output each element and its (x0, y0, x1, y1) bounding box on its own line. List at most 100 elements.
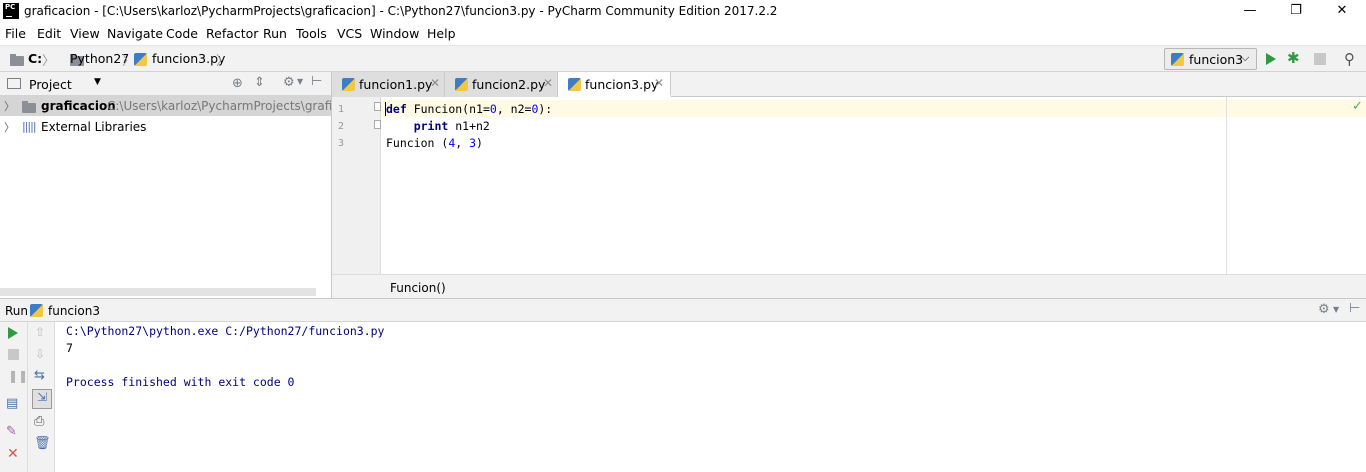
breadcrumb-file[interactable]: funcion3.py (152, 51, 225, 66)
close-tab-icon[interactable]: ✕ (654, 76, 664, 90)
hide-panel-icon[interactable]: ⊢ (1349, 301, 1360, 316)
caret-down-icon[interactable]: ▼ (94, 77, 101, 87)
tree-item-graficacion[interactable]: 〉 graficacion C:\Users\karloz\PycharmPro… (0, 96, 331, 116)
tab-funcion2[interactable]: funcion2.py ✕ (445, 72, 558, 97)
menu-file[interactable]: File (5, 26, 26, 41)
run-config-tab[interactable]: funcion3 (48, 304, 100, 318)
project-panel-title[interactable]: Project (29, 77, 72, 92)
gear-icon[interactable]: ⚙ (283, 75, 295, 90)
target-icon[interactable]: ⊕ (232, 76, 243, 91)
search-icon[interactable]: ⚲ (1344, 50, 1355, 68)
tab-label: funcion1.py (359, 77, 433, 92)
project-view-icon (7, 78, 21, 89)
chevron-down-icon: ⌵ (1241, 51, 1250, 64)
hide-panel-icon[interactable]: ⊢ (311, 74, 322, 89)
code-line-2[interactable]: print n1+n2 (386, 119, 490, 133)
horizontal-scrollbar[interactable] (0, 288, 316, 296)
caret-down-icon[interactable]: ▼ (1333, 305, 1339, 314)
gear-icon[interactable]: ⚙ (1318, 302, 1330, 317)
folder-icon (10, 54, 24, 66)
chevron-right-icon: 〉 (42, 54, 56, 69)
number-literal: 0 (489, 102, 497, 116)
code-text: Funcion(n1= (406, 102, 490, 116)
check-icon: ✓ (1352, 99, 1363, 114)
line-number: 1 (338, 104, 345, 115)
menu-edit[interactable]: Edit (37, 26, 61, 41)
python-file-icon (1171, 53, 1184, 66)
code-text: ): (538, 102, 553, 116)
folder-icon (22, 101, 36, 113)
menu-bar: File Edit View Navigate Code Refactor Ru… (0, 23, 1366, 45)
close-icon[interactable]: ✕ (7, 446, 19, 462)
tree-item-path: C:\Users\karloz\PycharmProjects\graficac… (107, 99, 331, 113)
expand-arrow-icon[interactable]: 〉 (4, 98, 15, 114)
code-text: n1+n2 (448, 119, 490, 133)
maximize-button[interactable]: ❐ (1273, 0, 1319, 23)
fold-marker-icon[interactable] (374, 102, 381, 111)
pause-icon: ❚❚ (8, 369, 29, 383)
function-breadcrumb[interactable]: Funcion() (390, 281, 446, 295)
menu-view[interactable]: View (70, 26, 100, 41)
tab-funcion3[interactable]: funcion3.py ✕ (558, 72, 671, 97)
chevron-right-icon: 〉 (216, 54, 230, 69)
close-button[interactable]: ✕ (1319, 0, 1365, 23)
breadcrumb-folder[interactable]: Python27 (70, 51, 129, 66)
python-file-icon (568, 78, 581, 91)
python-file-icon (134, 53, 147, 66)
breadcrumb-drive[interactable]: C: (28, 51, 42, 66)
keyword: def (386, 102, 407, 116)
collapse-all-icon[interactable]: ⇕ (254, 75, 265, 90)
tab-label: funcion2.py (472, 77, 546, 92)
code-text: , (455, 136, 470, 150)
console-command-line: C:\Python27\python.exe C:/Python27/funci… (66, 324, 385, 338)
menu-help[interactable]: Help (427, 26, 456, 41)
menu-vcs[interactable]: VCS (337, 26, 362, 41)
menu-tools[interactable]: Tools (296, 26, 327, 41)
debug-bug-icon[interactable]: ✱ (1287, 49, 1300, 67)
console-exit-message: Process finished with exit code 0 (66, 375, 295, 389)
tree-item-external-libraries[interactable]: 〉 ||||| External Libraries (0, 117, 331, 137)
editor-tab-bar: funcion1.py ✕ funcion2.py ✕ funcion3.py … (332, 72, 1366, 97)
menu-navigate[interactable]: Navigate (107, 26, 163, 41)
stop-icon (8, 349, 19, 360)
scroll-to-end-icon[interactable]: ⇲ (32, 389, 52, 409)
menu-run[interactable]: Run (263, 26, 287, 41)
line-number: 2 (338, 121, 345, 132)
library-icon: ||||| (22, 120, 36, 133)
tab-funcion1[interactable]: funcion1.py ✕ (332, 72, 445, 97)
close-tab-icon[interactable]: ✕ (430, 76, 440, 90)
restore-layout-icon[interactable]: ▤ (6, 396, 18, 411)
menu-window[interactable]: Window (370, 26, 419, 41)
run-toolbar-left: ❚❚ ▤ ✎ ✕ (0, 322, 28, 472)
run-toolbar-right: ⇧ ⇩ ⇆ ⇲ ⎙ 🗑 (28, 322, 55, 472)
print-icon[interactable]: ⎙ (34, 414, 44, 429)
caret-down-icon[interactable]: ▼ (297, 77, 303, 86)
code-text: , n2= (496, 102, 532, 116)
menu-refactor[interactable]: Refactor (206, 26, 258, 41)
python-file-icon (30, 304, 43, 317)
project-tree: 〉 graficacion C:\Users\karloz\PycharmPro… (0, 96, 331, 298)
soft-wrap-icon[interactable]: ⇆ (34, 368, 45, 383)
python-file-icon (455, 78, 468, 91)
rerun-icon[interactable] (8, 327, 18, 339)
fold-marker-icon[interactable] (374, 120, 381, 129)
line-number: 3 (338, 138, 345, 149)
trash-icon[interactable]: 🗑 (34, 436, 51, 451)
code-line-1[interactable]: def Funcion(n1=0, n2=0): (386, 102, 552, 116)
arrow-down-icon: ⇩ (35, 347, 46, 361)
title-bar: PC graficacion - [C:\Users\karloz\Pychar… (0, 0, 1366, 23)
stop-icon (1314, 53, 1326, 65)
pin-icon[interactable]: ✎ (6, 424, 17, 439)
close-tab-icon[interactable]: ✕ (543, 76, 553, 90)
code-line-3[interactable]: Funcion (4, 3) (386, 136, 483, 150)
expand-arrow-icon[interactable]: 〉 (4, 119, 15, 135)
menu-code[interactable]: Code (166, 26, 198, 41)
run-icon[interactable] (1266, 53, 1276, 65)
navigation-bar: C: 〉 Python27 〉 funcion3.py 〉 funcion3 ⌵… (0, 45, 1366, 72)
code-editor[interactable] (381, 97, 1366, 274)
minimize-button[interactable]: — (1227, 0, 1273, 23)
run-configuration-dropdown[interactable]: funcion3 ⌵ (1164, 48, 1257, 70)
line-number-gutter: 1 2 3 (332, 97, 381, 274)
pycharm-logo: PC (3, 3, 19, 19)
keyword: print (386, 119, 449, 133)
